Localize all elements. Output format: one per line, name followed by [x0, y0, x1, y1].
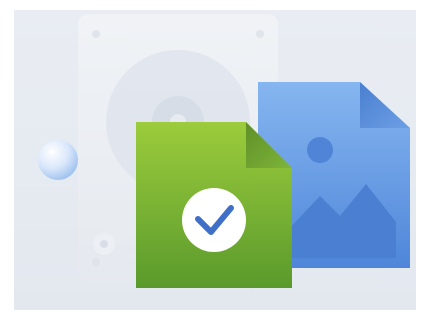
checkmark-badge: [182, 188, 246, 252]
illustration-canvas: [0, 0, 430, 322]
file-recovery-illustration: [0, 0, 430, 322]
sphere-icon: [38, 140, 78, 180]
verified-document-icon: [136, 122, 292, 288]
